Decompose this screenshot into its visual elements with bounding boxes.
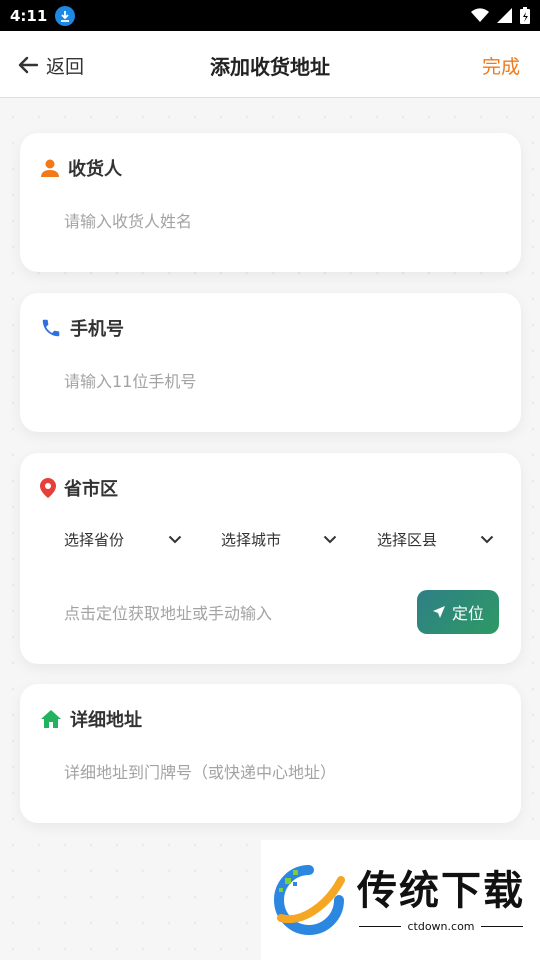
watermark-site-row: ctdown.com [359,919,523,933]
phone-header: 手机号 [40,315,124,341]
chevron-down-icon [323,535,337,543]
locate-label: 定位 [451,604,484,623]
province-select-label: 选择省份 [64,530,125,549]
home-icon [41,710,61,728]
person-icon [41,159,59,177]
district-select-label: 选择区县 [377,530,438,549]
chevron-down-icon [480,535,494,543]
detail-address-input[interactable] [64,759,497,785]
city-select[interactable]: 选择城市 [221,527,337,551]
phone-title: 手机号 [70,319,124,340]
battery-icon [520,7,530,24]
status-icons [471,7,530,24]
status-bar: 4:11 [0,0,540,31]
city-select-label: 选择城市 [221,530,282,549]
status-time: 4:11 [10,6,48,25]
receiver-name-input[interactable] [64,208,497,234]
done-button[interactable]: 完成 [482,52,520,79]
region-header: 省市区 [40,475,118,501]
phone-input[interactable] [64,368,497,394]
navigation-arrow-icon [432,606,445,618]
phone-icon [42,319,60,337]
download-icon [55,5,76,26]
wifi-icon [471,8,489,22]
back-button[interactable]: 返回 [18,51,84,79]
district-select[interactable]: 选择区县 [377,527,494,551]
watermark-site: ctdown.com [407,919,475,933]
watermark-title: 传统下载 [357,867,525,914]
app-header: 返回 添加收货地址 完成 [0,31,540,98]
detail-card: 详细地址 [20,684,521,823]
watermark-logo [274,865,345,935]
phone-card: 手机号 [20,293,521,432]
watermark-text: 传统下载 ctdown.com [357,868,525,933]
receiver-header: 收货人 [40,155,122,181]
signal-icon [497,8,512,23]
receiver-title: 收货人 [68,159,122,180]
divider [359,925,402,927]
watermark: 传统下载 ctdown.com [261,840,540,960]
locate-button[interactable]: 定位 [417,590,499,634]
address-locate-input[interactable] [64,600,401,626]
back-label: 返回 [46,55,85,78]
location-pin-icon [40,478,56,498]
receiver-card: 收货人 [20,133,521,272]
back-arrow-icon [18,56,38,74]
detail-header: 详细地址 [40,706,142,732]
region-title: 省市区 [64,479,118,500]
divider [480,925,523,927]
province-select[interactable]: 选择省份 [64,527,182,551]
chevron-down-icon [168,535,182,543]
detail-title: 详细地址 [70,710,142,731]
region-card: 省市区 选择省份 选择城市 选择区县 定位 [20,453,521,664]
